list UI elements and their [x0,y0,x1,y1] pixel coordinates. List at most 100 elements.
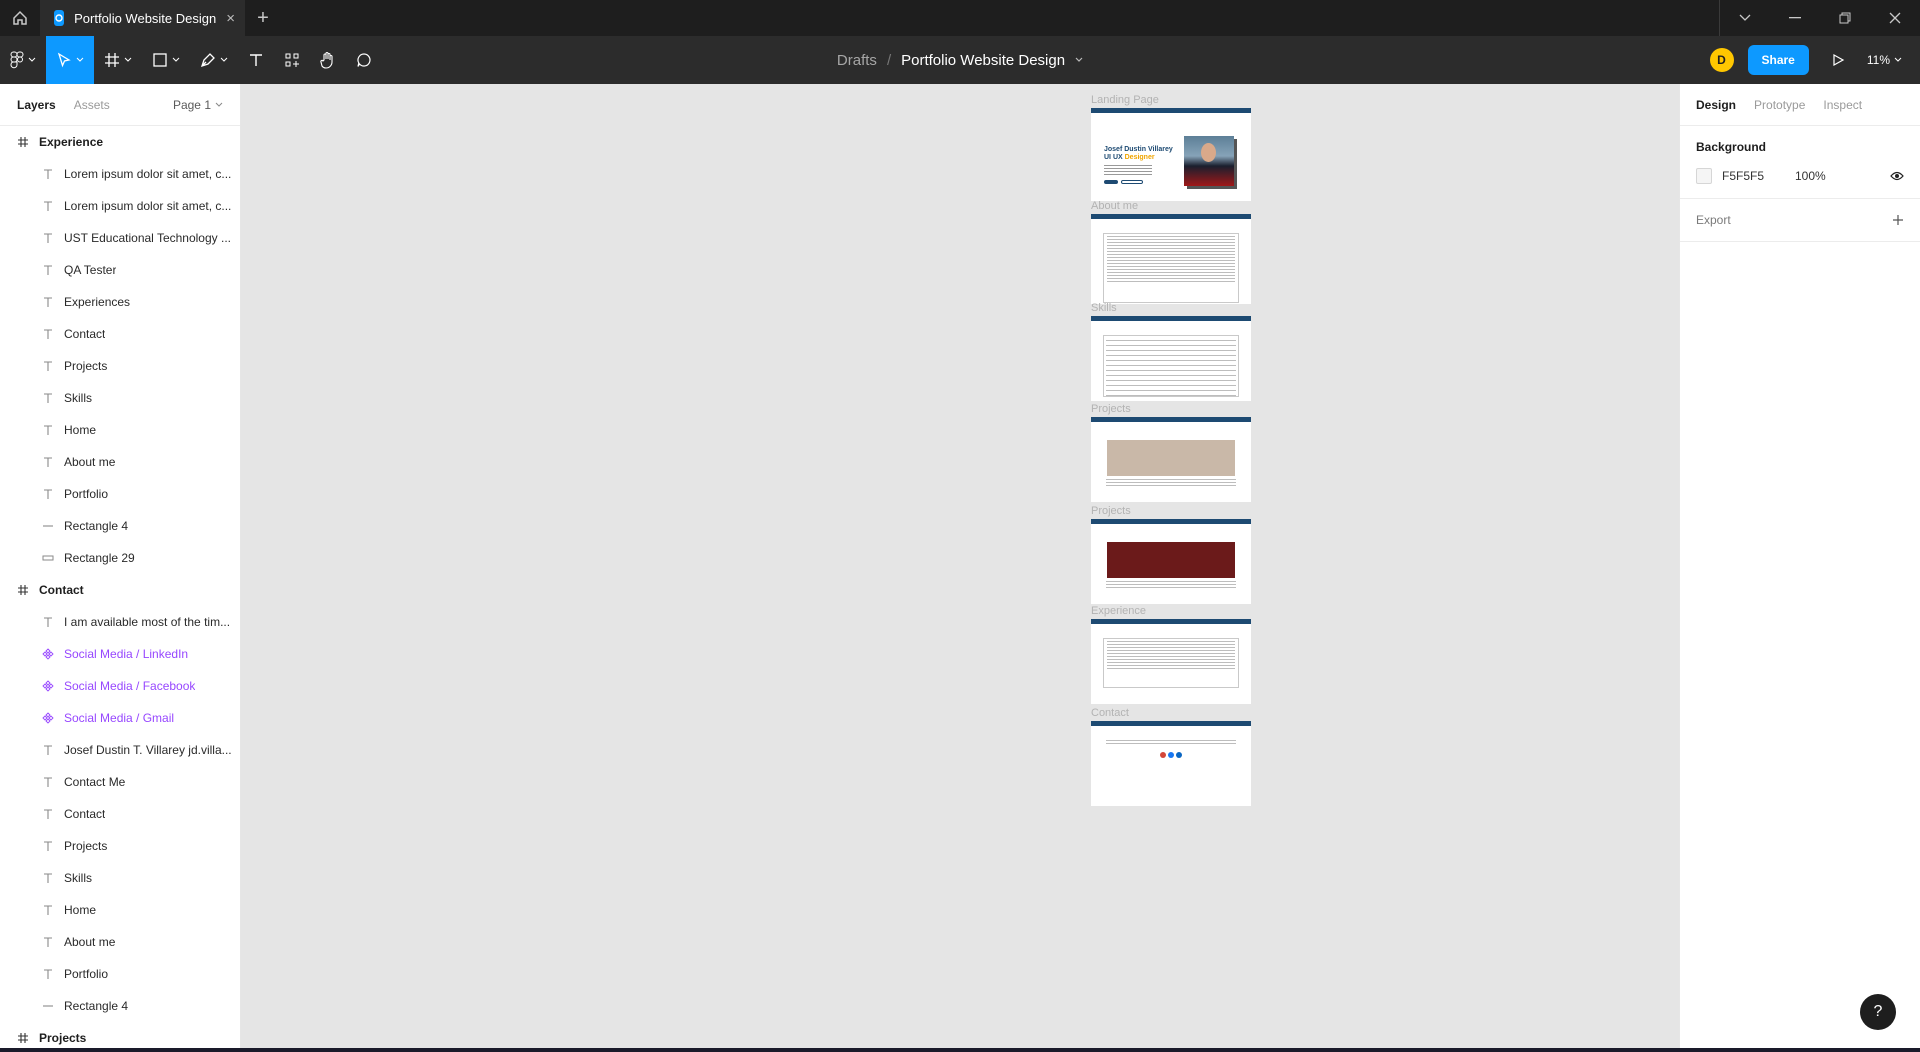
play-icon[interactable] [1831,53,1845,67]
text-line [1107,668,1235,669]
resources-tool-button[interactable] [274,36,310,84]
help-button[interactable]: ? [1860,994,1896,1030]
layer-item[interactable]: Contact Me [0,766,240,798]
layer-item[interactable]: Social Media / Gmail [0,702,240,734]
comment-tool-button[interactable] [346,36,382,84]
layer-item[interactable]: Josef Dustin T. Villarey jd.villa... [0,734,240,766]
layer-item[interactable]: Home [0,414,240,446]
layer-item[interactable]: Skills [0,862,240,894]
components-icon [285,53,299,67]
layer-item[interactable]: Social Media / Facebook [0,670,240,702]
layer-item[interactable]: About me [0,926,240,958]
canvas[interactable]: Landing Page Josef Dustin Villarey UI UX D… [241,84,1679,1048]
layer-item[interactable]: Rectangle 4 [0,990,240,1022]
layer-item[interactable]: UST Educational Technology ... [0,222,240,254]
layer-item[interactable]: About me [0,446,240,478]
tab-prototype[interactable]: Prototype [1754,98,1805,112]
minimize-icon[interactable] [1770,0,1820,36]
layer-frame[interactable]: Contact [0,574,240,606]
frame-label[interactable]: Projects [1091,403,1131,415]
move-tool-button[interactable] [46,36,94,84]
text-line [1106,587,1236,588]
frame-label[interactable]: Experience [1091,605,1146,617]
share-button[interactable]: Share [1747,45,1809,75]
frame-label[interactable]: Landing Page [1091,94,1159,106]
layer-item[interactable]: QA Tester [0,254,240,286]
text-line [1106,581,1236,582]
tab-assets[interactable]: Assets [74,98,110,112]
frame-label[interactable]: Contact [1091,707,1129,719]
page-name: Page 1 [172,97,211,112]
section-title [1091,428,1251,432]
layer-name: Projects [64,839,108,853]
layer-item[interactable]: Home [0,894,240,926]
home-icon[interactable] [0,0,40,36]
text-layer-icon [42,328,64,340]
layer-item[interactable]: Portfolio [0,478,240,510]
hand-tool-button[interactable] [310,36,346,84]
layer-item[interactable]: Contact [0,798,240,830]
linkedin-icon [1176,752,1182,758]
text-line [1106,740,1236,741]
plus-icon[interactable] [1892,214,1904,226]
layer-item[interactable]: Contact [0,318,240,350]
section-title [1091,327,1251,331]
layer-item[interactable]: Experiences [0,286,240,318]
shape-tool-button[interactable] [142,36,190,84]
layer-item[interactable]: Projects [0,350,240,382]
layer-item[interactable]: Social Media / LinkedIn [0,638,240,670]
background-hex-input[interactable]: F5F5F5 [1722,169,1795,183]
restore-icon[interactable] [1820,0,1870,36]
window-close-icon[interactable] [1870,0,1920,36]
tabs-dropdown-icon[interactable] [1720,0,1770,36]
frame-label[interactable]: About me [1091,200,1138,212]
zoom-dropdown[interactable]: 11% [1867,53,1902,67]
frame-label[interactable]: Skills [1091,302,1117,314]
tab-layers[interactable]: Layers [17,98,56,112]
file-tab[interactable]: Portfolio Website Design × [40,0,245,36]
layer-item[interactable]: I am available most of the tim... [0,606,240,638]
text-line [1106,390,1236,391]
tab-design[interactable]: Design [1696,98,1736,112]
close-tab-icon[interactable]: × [226,10,235,27]
layer-frame[interactable]: Experience [0,126,240,158]
figma-logo-icon [10,51,24,69]
layer-item[interactable]: Skills [0,382,240,414]
avatar[interactable]: D [1709,48,1734,72]
main-menu-button[interactable] [0,36,46,84]
background-opacity-input[interactable]: 100% [1795,169,1890,183]
text-tool-button[interactable] [238,36,274,84]
artboard-landing[interactable]: Josef Dustin Villarey UI UX Designer [1091,108,1251,201]
text-layer-icon [42,968,64,980]
hero-button-outline [1121,180,1143,184]
layer-frame[interactable]: Projects [0,1022,240,1048]
new-tab-button[interactable]: + [245,0,281,36]
text-line [1107,665,1235,666]
artboard-about[interactable] [1091,214,1251,304]
file-name[interactable]: Portfolio Website Design [901,52,1065,69]
artboard-contact[interactable] [1091,721,1251,806]
layers-panel: Layers Assets Page 1 Experience Lorem ips… [0,84,241,1048]
page-selector[interactable]: Page 1 [173,98,223,112]
artboard-experience[interactable] [1091,619,1251,704]
artboard-project[interactable] [1091,519,1251,604]
layer-item[interactable]: Portfolio [0,958,240,990]
layer-item[interactable]: Lorem ipsum dolor sit amet, c... [0,190,240,222]
text-layer-icon [42,808,64,820]
layer-item[interactable]: Rectangle 4 [0,510,240,542]
chevron-down-icon[interactable] [1075,56,1083,64]
breadcrumb-drafts[interactable]: Drafts [837,52,877,69]
frame-label[interactable]: Projects [1091,505,1131,517]
layer-item[interactable]: Projects [0,830,240,862]
background-swatch[interactable] [1696,168,1712,184]
layer-item[interactable]: Lorem ipsum dolor sit amet, c... [0,158,240,190]
tab-inspect[interactable]: Inspect [1823,98,1862,112]
layer-item[interactable]: Rectangle 29 [0,542,240,574]
eye-icon[interactable] [1890,171,1904,181]
artboard-project[interactable] [1091,417,1251,502]
pen-tool-button[interactable] [190,36,238,84]
export-section: Export [1680,199,1920,242]
frame-tool-button[interactable] [94,36,142,84]
artboard-skills[interactable] [1091,316,1251,401]
layer-name: Josef Dustin T. Villarey jd.villa... [64,743,232,757]
